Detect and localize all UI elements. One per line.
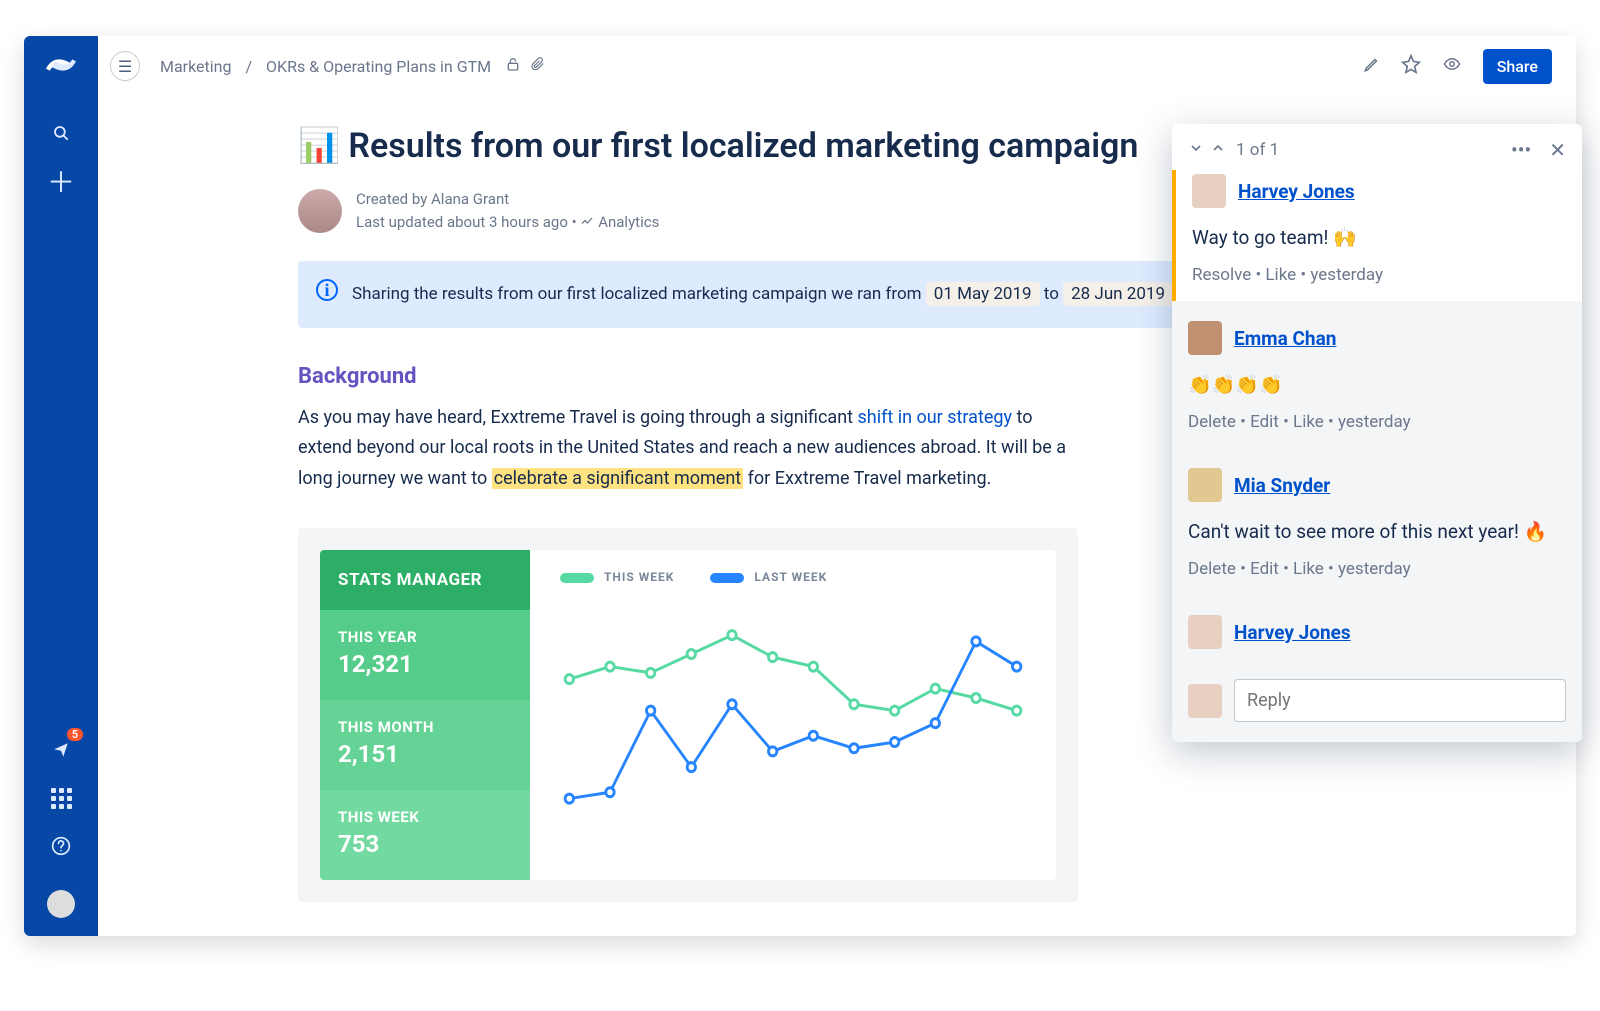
date-chip-start: 01 May 2019 [926, 282, 1040, 306]
updated-line: Last updated about 3 hours ago [356, 213, 568, 231]
stats-card: STATS MANAGER THIS YEAR 12,321 THIS MONT… [298, 528, 1078, 902]
reply-input[interactable] [1234, 679, 1566, 722]
edit-action[interactable]: Edit [1250, 559, 1279, 579]
analytics-icon [580, 213, 598, 231]
comment-time: yesterday [1338, 412, 1411, 432]
delete-action[interactable]: Delete [1188, 559, 1236, 579]
comment-actions: Delete • Edit • Like • yesterday [1188, 559, 1566, 579]
notifications-icon[interactable]: 5 [45, 734, 77, 766]
comment-body: 👏👏👏👏 [1188, 373, 1566, 396]
comment-body: Way to go team! 🙌 [1192, 226, 1566, 249]
like-action[interactable]: Like [1265, 265, 1296, 285]
edit-action[interactable]: Edit [1250, 412, 1279, 432]
title-emoji: 📊 [298, 126, 340, 166]
resolve-action[interactable]: Resolve [1192, 265, 1251, 285]
strategy-link[interactable]: shift in our strategy [858, 407, 1013, 428]
profile-avatar[interactable] [47, 890, 75, 918]
comment-item: Harvey Jones Way to go team! 🙌 Resolve •… [1172, 170, 1582, 301]
commenter-avatar[interactable] [1188, 468, 1222, 502]
search-icon[interactable] [45, 117, 77, 149]
stats-header: STATS MANAGER [320, 550, 530, 610]
commenter-avatar[interactable] [1192, 174, 1226, 208]
attachments-icon[interactable] [531, 56, 545, 76]
star-icon[interactable] [1401, 54, 1421, 78]
comments-panel: 1 of 1 ••• ✕ Harvey Jones Way to go team… [1172, 124, 1582, 742]
comment-actions: Resolve • Like • yesterday [1192, 265, 1566, 285]
comment-time: yesterday [1310, 265, 1383, 285]
commenter-name[interactable]: Harvey Jones [1234, 621, 1351, 644]
comment-actions: Delete • Edit • Like • yesterday [1188, 412, 1566, 432]
commenter-avatar[interactable] [1188, 321, 1222, 355]
edit-icon[interactable] [1363, 55, 1381, 77]
help-icon[interactable] [45, 830, 77, 862]
commenter-name[interactable]: Harvey Jones [1238, 180, 1355, 203]
comment-item: Emma Chan 👏👏👏👏 Delete • Edit • Like • ye… [1172, 301, 1582, 448]
date-chip-end: 28 Jun 2019 [1063, 282, 1173, 306]
commenter-name[interactable]: Mia Snyder [1234, 474, 1330, 497]
confluence-logo-icon[interactable] [46, 50, 76, 87]
comment-time: yesterday [1338, 559, 1411, 579]
comment-body: Can't wait to see more of this next year… [1188, 520, 1566, 543]
reply-block: Harvey Jones [1172, 595, 1582, 665]
restrictions-icon[interactable] [505, 56, 521, 76]
stats-row-year: THIS YEAR 12,321 [320, 610, 530, 700]
comment-item: Mia Snyder Can't wait to see more of thi… [1172, 448, 1582, 595]
commenter-avatar[interactable] [1188, 615, 1222, 649]
highlighted-text: celebrate a significant moment [492, 468, 743, 489]
chart-plot-area [560, 600, 1026, 840]
share-button[interactable]: Share [1483, 49, 1552, 84]
stats-row-week: THIS WEEK 753 [320, 790, 530, 880]
watch-icon[interactable] [1441, 55, 1463, 77]
notification-badge: 5 [67, 728, 83, 741]
breadcrumb: Marketing / OKRs & Operating Plans in GT… [160, 57, 491, 76]
app-switcher-icon[interactable] [45, 782, 77, 814]
comment-next-icon[interactable] [1188, 140, 1204, 160]
top-bar: ☰ Marketing / OKRs & Operating Plans in … [98, 36, 1576, 96]
delete-action[interactable]: Delete [1188, 412, 1236, 432]
author-avatar[interactable] [298, 189, 342, 233]
create-icon[interactable]: ＋ [45, 165, 77, 197]
global-nav-rail: ＋ 5 [24, 36, 98, 936]
comment-prev-icon[interactable] [1210, 140, 1226, 160]
stats-row-month: THIS MONTH 2,151 [320, 700, 530, 790]
like-action[interactable]: Like [1293, 559, 1324, 579]
breadcrumb-parent[interactable]: OKRs & Operating Plans in GTM [266, 57, 491, 76]
comment-more-icon[interactable]: ••• [1511, 138, 1531, 162]
like-action[interactable]: Like [1293, 412, 1324, 432]
comment-count: 1 of 1 [1236, 140, 1279, 160]
author-line: Created by Alana Grant [356, 188, 659, 211]
analytics-link[interactable]: Analytics [598, 213, 659, 231]
reply-avatar[interactable] [1188, 684, 1222, 718]
commenter-name[interactable]: Emma Chan [1234, 327, 1336, 350]
info-icon: i [316, 279, 338, 301]
breadcrumb-space[interactable]: Marketing [160, 57, 231, 76]
comment-close-icon[interactable]: ✕ [1549, 138, 1566, 162]
sidebar-toggle-icon[interactable]: ☰ [110, 51, 140, 81]
body-paragraph: As you may have heard, Exxtreme Travel i… [298, 403, 1078, 495]
chart-legend: THIS WEEK LAST WEEK [560, 570, 1026, 584]
